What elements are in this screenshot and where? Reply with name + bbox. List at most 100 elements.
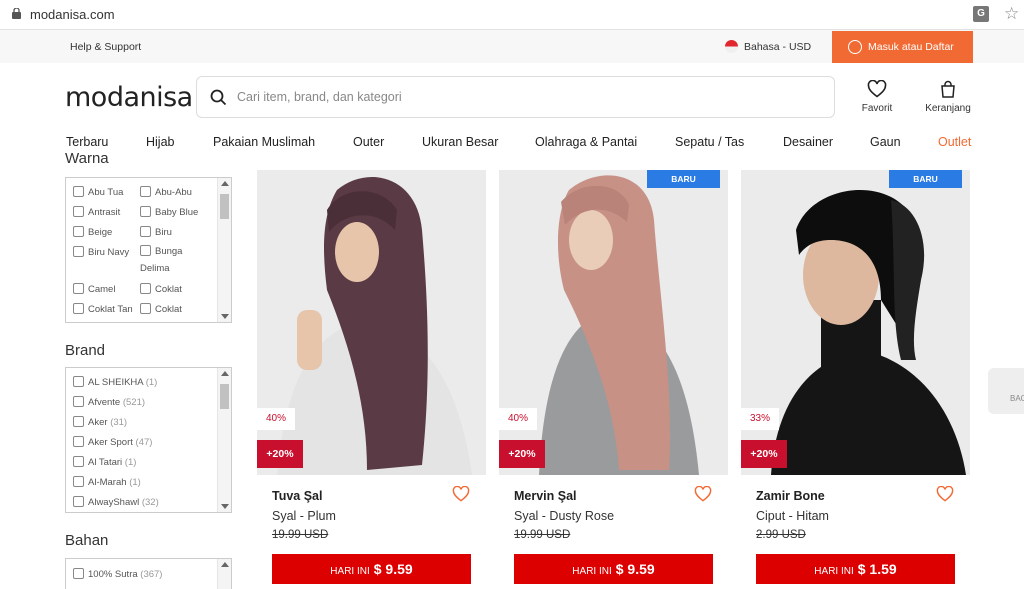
product-card[interactable]: 40% +20% Tuva Şal Syal - Plum 19.99 USD … — [257, 170, 486, 589]
scrollbar-thumb[interactable] — [220, 194, 229, 219]
old-price: 2.99 USD — [756, 529, 806, 541]
option-count: (31) — [110, 417, 128, 428]
checkbox[interactable] — [73, 303, 84, 314]
nav-item-outlet[interactable]: Outlet — [938, 135, 971, 149]
site-header: modanisa Favorit Keranjang Terbaru Hijab… — [0, 63, 1024, 158]
checkbox[interactable] — [140, 245, 151, 256]
checkbox[interactable] — [73, 283, 84, 294]
nav-item-terbaru[interactable]: Terbaru — [66, 135, 108, 149]
checkbox[interactable] — [140, 226, 151, 237]
wishlist-heart-icon[interactable] — [694, 486, 712, 502]
filter-option[interactable]: 100% Sutra (367) — [73, 568, 162, 580]
filter-option[interactable]: Baby Blue — [140, 206, 198, 218]
scrollbar[interactable] — [217, 368, 231, 512]
filter-option[interactable]: AL SHEIKHA (1) — [73, 376, 157, 388]
filter-option[interactable]: Antrasit — [73, 206, 120, 218]
filter-option[interactable]: Biru — [140, 226, 172, 238]
filter-option[interactable]: Coklat Tan — [73, 303, 133, 315]
product-brand[interactable]: Tuva Şal — [272, 489, 322, 503]
checkbox[interactable] — [73, 246, 84, 257]
product-name[interactable]: Ciput - Hitam — [756, 509, 829, 523]
search-input[interactable] — [237, 87, 817, 107]
option-label: Beige — [88, 227, 113, 238]
option-count: (47) — [135, 437, 153, 448]
checkbox[interactable] — [73, 416, 84, 427]
translate-icon[interactable]: G — [973, 6, 989, 22]
wishlist-heart-icon[interactable] — [936, 486, 954, 502]
scroll-up-arrow-icon[interactable] — [221, 562, 229, 567]
option-label: Abu-Abu — [155, 187, 192, 198]
search-icon[interactable] — [209, 88, 229, 108]
filter-option[interactable]: Coklat — [140, 283, 182, 295]
scroll-up-arrow-icon[interactable] — [221, 371, 229, 376]
cart-button[interactable]: Keranjang — [913, 80, 983, 114]
nav-item-desainer[interactable]: Desainer — [783, 135, 833, 149]
scroll-up-arrow-icon[interactable] — [221, 181, 229, 186]
filter-option[interactable]: Abu-Abu — [140, 186, 192, 198]
checkbox[interactable] — [73, 496, 84, 507]
price-today-button[interactable]: HARI INI $ 9.59 — [272, 554, 471, 584]
language-currency-selector[interactable]: Bahasa - USD — [744, 41, 811, 53]
filter-option[interactable]: Abu Tua — [73, 186, 123, 198]
option-label: Coklat Tan — [88, 304, 133, 315]
product-name[interactable]: Syal - Plum — [272, 509, 336, 523]
product-card[interactable]: BARU 40% +20% Mervin Şal Syal - Dusty Ro… — [499, 170, 728, 589]
checkbox[interactable] — [73, 376, 84, 387]
discount-badge: 40% — [499, 408, 537, 430]
filter-option[interactable]: Aker (31) — [73, 416, 127, 428]
nav-item-outer[interactable]: Outer — [353, 135, 384, 149]
help-support-link[interactable]: Help & Support — [70, 41, 141, 53]
filter-option[interactable]: Aker Sport (47) — [73, 436, 152, 448]
checkbox[interactable] — [140, 206, 151, 217]
nav-item-ukuran-besar[interactable]: Ukuran Besar — [422, 135, 498, 149]
checkbox[interactable] — [73, 186, 84, 197]
discount-badge: 33% — [741, 408, 779, 430]
wishlist-heart-icon[interactable] — [452, 486, 470, 502]
checkbox[interactable] — [73, 456, 84, 467]
checkbox[interactable] — [140, 186, 151, 197]
filter-option[interactable]: AlwayShawl (32) — [73, 496, 159, 508]
scroll-down-arrow-icon[interactable] — [221, 504, 229, 509]
scroll-down-arrow-icon[interactable] — [221, 314, 229, 319]
price-today-button[interactable]: HARI INI $ 9.59 — [514, 554, 713, 584]
filter-option[interactable]: Al-Marah (1) — [73, 476, 141, 488]
product-card[interactable]: BARU 33% +20% Zamir Bone Ciput - Hitam 2… — [741, 170, 970, 589]
nav-item-olahraga-pantai[interactable]: Olahraga & Pantai — [535, 135, 637, 149]
nav-item-pakaian-muslimah[interactable]: Pakaian Muslimah — [213, 135, 315, 149]
option-count: (1) — [124, 457, 137, 468]
nav-item-gaun[interactable]: Gaun — [870, 135, 901, 149]
checkbox[interactable] — [140, 283, 151, 294]
scrollbar[interactable] — [217, 178, 231, 322]
price-today-button[interactable]: HARI INI $ 1.59 — [756, 554, 955, 584]
filter-option[interactable]: Afvente (521) — [73, 396, 145, 408]
filter-option[interactable]: Bunga Delima — [140, 243, 206, 277]
filter-option[interactable]: Biru Navy — [73, 246, 129, 258]
product-name[interactable]: Syal - Dusty Rose — [514, 509, 614, 523]
filter-title-color: Warna — [65, 150, 109, 167]
nav-item-sepatu-tas[interactable]: Sepatu / Tas — [675, 135, 744, 149]
filter-option[interactable]: Camel — [73, 283, 115, 295]
scrollbar[interactable] — [217, 559, 231, 589]
product-brand[interactable]: Zamir Bone — [756, 489, 825, 503]
filter-option[interactable]: Al Tatari (1) — [73, 456, 136, 468]
checkbox[interactable] — [73, 206, 84, 217]
checkbox[interactable] — [73, 226, 84, 237]
login-register-button[interactable]: Masuk atau Daftar — [832, 31, 973, 63]
url-text[interactable]: modanisa.com — [30, 7, 115, 22]
checkbox[interactable] — [73, 436, 84, 447]
product-brand[interactable]: Mervin Şal — [514, 489, 577, 503]
side-floating-tab[interactable]: BAC — [988, 368, 1024, 414]
bookmark-star-icon[interactable]: ☆ — [1004, 4, 1019, 24]
checkbox[interactable] — [73, 396, 84, 407]
filter-option[interactable]: Beige — [73, 226, 112, 238]
scrollbar-thumb[interactable] — [220, 384, 229, 409]
option-count: (1) — [145, 377, 158, 388]
checkbox[interactable] — [140, 303, 151, 314]
checkbox[interactable] — [73, 568, 84, 579]
nav-item-hijab[interactable]: Hijab — [146, 135, 175, 149]
favorites-button[interactable]: Favorit — [842, 80, 912, 114]
checkbox[interactable] — [73, 476, 84, 487]
site-logo[interactable]: modanisa — [65, 82, 193, 113]
extra-discount-badge: +20% — [741, 440, 787, 468]
filter-option[interactable]: Coklat — [140, 303, 182, 315]
